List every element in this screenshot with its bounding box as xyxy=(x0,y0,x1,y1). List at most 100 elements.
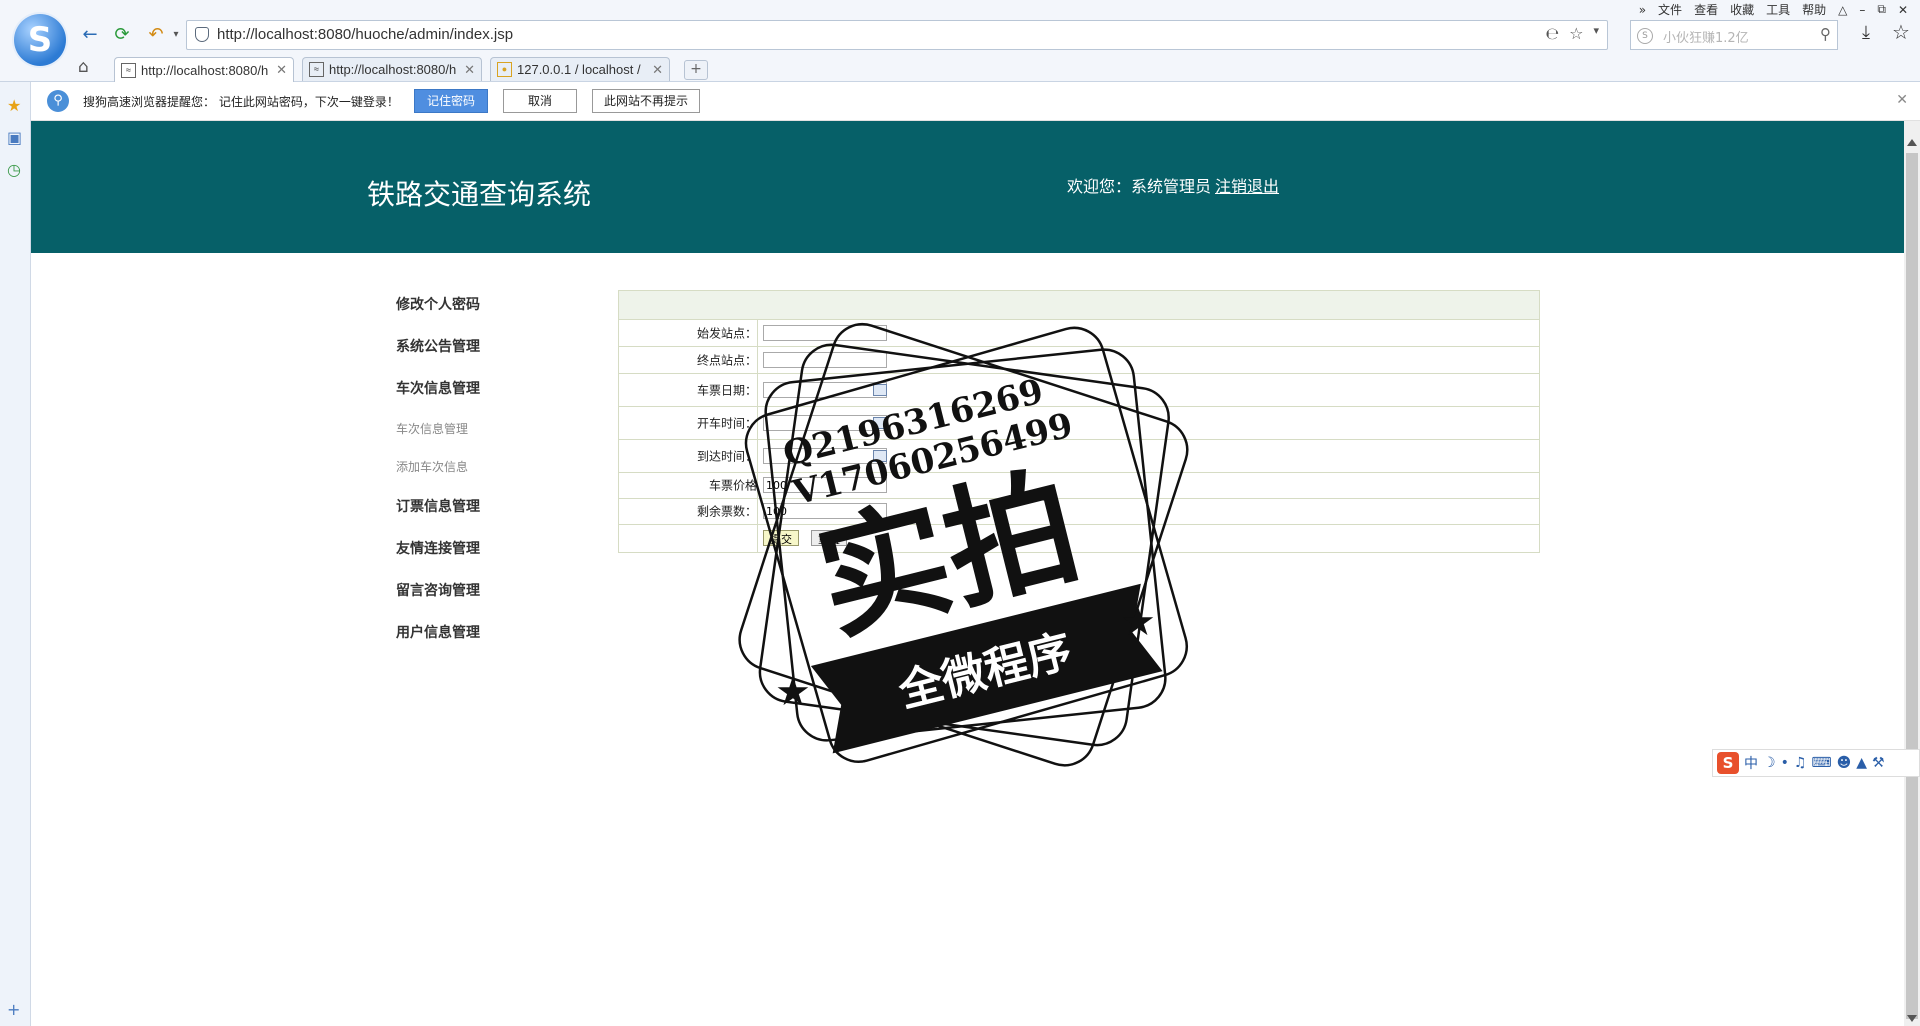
ticket-date-input[interactable] xyxy=(763,381,887,398)
submit-button[interactable]: 提交 xyxy=(763,530,799,546)
tab-close-icon[interactable]: ✕ xyxy=(652,62,663,78)
browser-menu-bar: » 文件 查看 收藏 工具 帮助 △ – ⧉ ✕ xyxy=(1639,1,1908,18)
ime-mode[interactable]: 中 xyxy=(1744,753,1758,773)
calendar-icon[interactable] xyxy=(873,383,887,396)
watermark-star-icon: ★ xyxy=(775,669,811,715)
ie-compat-icon[interactable]: ℮ xyxy=(1545,24,1559,43)
address-bar[interactable]: http://localhost:8080/huoche/admin/index… xyxy=(186,20,1608,50)
more-icon[interactable]: » xyxy=(1639,3,1646,17)
welcome-text: 欢迎您：系统管理员 xyxy=(1067,177,1212,196)
url-text[interactable]: http://localhost:8080/huoche/admin/index… xyxy=(217,26,513,43)
new-tab-button[interactable]: + xyxy=(684,60,708,80)
watermark-banner xyxy=(810,583,1163,754)
menu-help[interactable]: 帮助 xyxy=(1802,1,1826,18)
arrive-time-input[interactable] xyxy=(763,447,887,464)
refresh-icon[interactable]: ⟳ xyxy=(110,22,134,46)
minimize-icon[interactable]: – xyxy=(1859,3,1865,17)
menu-tools[interactable]: 工具 xyxy=(1766,1,1790,18)
tab-3[interactable]: ● 127.0.0.1 / localhost / ✕ xyxy=(490,57,670,81)
back-arrow-icon[interactable]: ← xyxy=(78,22,102,46)
home-icon[interactable]: ⌂ xyxy=(78,57,89,77)
reset-button[interactable]: 重置 xyxy=(811,530,847,546)
row-depart-time: 开车时间： xyxy=(619,406,1539,440)
menu-notice-management[interactable]: 系统公告管理 xyxy=(396,336,480,356)
sogou-ime-icon[interactable]: S xyxy=(1717,752,1739,774)
ticket-price-label: 车票价格 xyxy=(708,478,757,493)
start-station-label: 始发站点： xyxy=(696,326,757,340)
restore-icon[interactable]: ⧉ xyxy=(1877,2,1886,17)
calendar-icon[interactable] xyxy=(873,449,887,462)
tab-close-icon[interactable]: ✕ xyxy=(276,62,287,78)
cancel-button[interactable]: 取消 xyxy=(503,89,577,113)
menu-train-management[interactable]: 车次信息管理 xyxy=(396,378,480,398)
punctuation-icon[interactable]: • xyxy=(1781,755,1789,771)
watermark-star-icon: ★ xyxy=(1120,599,1156,645)
reading-icon[interactable]: ▣ xyxy=(7,128,22,147)
row-arrive-time: 到达时间： xyxy=(619,439,1539,473)
close-window-icon[interactable]: ✕ xyxy=(1898,3,1908,17)
site-header: 铁路交通查询系统 欢迎您：系统管理员 注销退出 xyxy=(31,121,1904,253)
favorites-star-icon[interactable]: ☆ xyxy=(1892,20,1910,44)
menu-change-password[interactable]: 修改个人密码 xyxy=(396,294,480,314)
scroll-down-icon[interactable] xyxy=(1907,1015,1917,1022)
depart-time-input[interactable] xyxy=(763,414,887,431)
welcome-area: 欢迎您：系统管理员 注销退出 xyxy=(1067,173,1279,197)
close-icon[interactable]: ✕ xyxy=(1896,92,1908,108)
remaining-tickets-label: 剩余票数： xyxy=(696,504,757,519)
shirt-icon[interactable]: ▲ xyxy=(1856,755,1867,771)
start-station-input[interactable] xyxy=(763,324,887,341)
sogou-browser-logo-icon[interactable]: S xyxy=(14,14,66,66)
menu-message-management[interactable]: 留言咨询管理 xyxy=(396,580,480,600)
menu-file[interactable]: 文件 xyxy=(1658,1,1682,18)
menu-user-management[interactable]: 用户信息管理 xyxy=(396,622,480,642)
search-placeholder: 小伙狂赚1.2亿 xyxy=(1663,31,1749,46)
ticket-price-input[interactable] xyxy=(763,477,887,493)
calendar-icon[interactable] xyxy=(873,416,887,429)
submenu-add-train[interactable]: 添加车次信息 xyxy=(396,458,468,475)
history-clock-icon[interactable]: ◷ xyxy=(7,160,21,179)
row-start-station: 始发站点： xyxy=(619,319,1539,347)
submenu-train-list[interactable]: 车次信息管理 xyxy=(396,420,468,437)
favorites-icon[interactable]: ★ xyxy=(7,96,21,115)
end-station-label: 终点站点： xyxy=(696,353,757,367)
browser-sidebar: ★ ▣ ◷ + xyxy=(0,82,31,1026)
bookmark-star-icon[interactable]: ☆ xyxy=(1569,24,1583,43)
watermark-banner-text: 全微程序 xyxy=(893,625,1077,717)
menu-ticket-management[interactable]: 订票信息管理 xyxy=(396,496,480,516)
row-actions: 提交 重置 xyxy=(619,524,1539,552)
search-engine-icon[interactable]: S xyxy=(1637,28,1653,44)
menu-favorites[interactable]: 收藏 xyxy=(1730,1,1754,18)
menu-links-management[interactable]: 友情连接管理 xyxy=(396,538,480,558)
page-icon: ≈ xyxy=(121,62,136,78)
download-icon[interactable]: ⤓ xyxy=(1862,22,1870,43)
end-station-input[interactable] xyxy=(763,351,887,368)
sidebar-add-icon[interactable]: + xyxy=(7,1000,20,1019)
ticket-date-label: 车票日期： xyxy=(696,383,757,397)
row-end-station: 终点站点： xyxy=(619,346,1539,374)
tab-close-icon[interactable]: ✕ xyxy=(464,62,475,78)
scroll-up-icon[interactable] xyxy=(1907,139,1917,146)
phpmyadmin-icon: ● xyxy=(497,62,512,77)
undo-dropdown-icon[interactable]: ▾ xyxy=(164,22,188,46)
never-remind-button[interactable]: 此网站不再提示 xyxy=(592,89,700,113)
remember-password-button[interactable]: 记住密码 xyxy=(414,89,488,113)
skin-icon[interactable]: △ xyxy=(1838,3,1847,17)
wrench-icon[interactable]: ⚒ xyxy=(1872,755,1885,771)
search-box[interactable]: S 小伙狂赚1.2亿 ⚲ xyxy=(1630,20,1838,50)
logout-link[interactable]: 注销退出 xyxy=(1215,177,1279,196)
address-dropdown-icon[interactable]: ▾ xyxy=(1593,24,1599,43)
scroll-thumb[interactable] xyxy=(1906,153,1918,1019)
ime-toolbar[interactable]: S 中 ☽ • ♫ ⌨ ☻ ▲ ⚒ xyxy=(1712,749,1920,777)
page-scrollbar[interactable] xyxy=(1904,121,1920,1026)
tab-1[interactable]: ≈ http://localhost:8080/h ✕ xyxy=(114,57,294,82)
menu-view[interactable]: 查看 xyxy=(1694,1,1718,18)
microphone-icon[interactable]: ♫ xyxy=(1794,755,1807,771)
row-remaining-tickets: 剩余票数： xyxy=(619,498,1539,525)
search-icon[interactable]: ⚲ xyxy=(1820,25,1831,43)
tab-2[interactable]: ≈ http://localhost:8080/h ✕ xyxy=(302,57,482,81)
moon-icon[interactable]: ☽ xyxy=(1763,755,1776,771)
keyboard-icon[interactable]: ⌨ xyxy=(1811,755,1831,771)
user-icon[interactable]: ☻ xyxy=(1837,755,1852,771)
password-reminder-text: 搜狗高速浏览器提醒您： 记住此网站密码，下次一键登录！ xyxy=(83,95,399,109)
remaining-tickets-input[interactable] xyxy=(763,503,887,519)
